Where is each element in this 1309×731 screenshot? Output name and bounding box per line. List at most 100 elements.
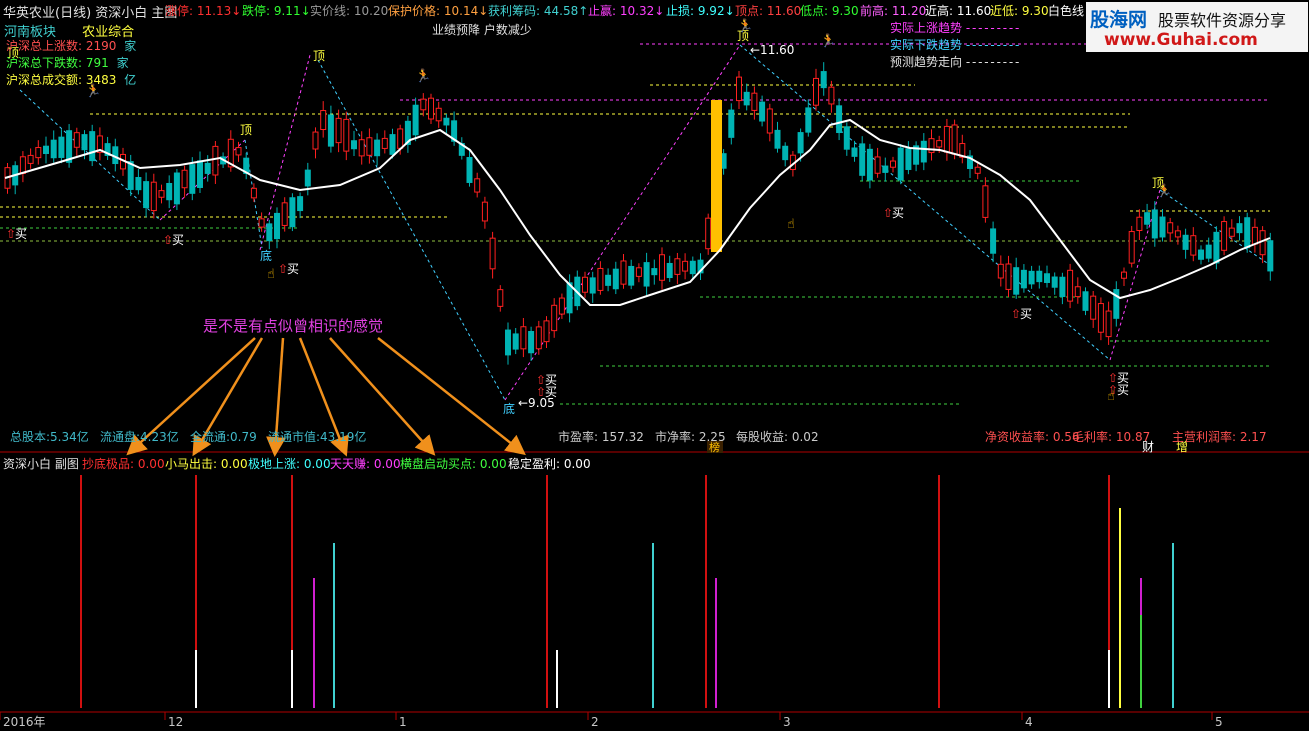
candle-body — [181, 169, 188, 189]
sub-indicator-5: 稳定盈利: 0.00 — [508, 457, 591, 471]
candle-body — [389, 134, 396, 155]
candle-body — [851, 147, 858, 157]
candle-body — [813, 77, 819, 106]
peak-value-label: ←11.60 — [750, 43, 794, 57]
candle-body — [582, 276, 588, 293]
candle-body — [589, 277, 596, 294]
candle-body — [728, 109, 735, 138]
candle-body — [974, 166, 981, 174]
candle-body — [1267, 240, 1274, 272]
candle-body — [1251, 226, 1258, 245]
candle-body — [1228, 227, 1235, 237]
candle-body — [905, 148, 912, 170]
candle-body — [466, 157, 473, 183]
buy-marker: 买 — [287, 262, 299, 276]
candle-body — [66, 130, 73, 163]
candle-body — [19, 156, 26, 174]
candle-body — [1036, 270, 1043, 283]
header-indicator-11: 近低: 9.30 — [990, 4, 1049, 18]
candle-body — [897, 147, 904, 181]
candle-body — [920, 140, 927, 163]
main-chart-header: 华英农业(日线) 资深小白 主图 — [3, 2, 177, 21]
header-indicator-4: 获利筹码: 44.58↑ — [488, 4, 589, 18]
candle-body — [343, 118, 350, 152]
sub-indicator-4: 横盘启动买点: 0.00 — [400, 457, 507, 471]
candle-body — [620, 260, 627, 285]
candle-body — [1128, 231, 1135, 264]
candle-body — [936, 140, 943, 148]
candle-body — [135, 177, 142, 191]
candle-body — [58, 136, 65, 158]
candle-body — [628, 265, 635, 286]
candle-body — [1020, 269, 1027, 289]
fundamental-6: 每股收益: 0.02 — [736, 430, 819, 444]
market-stat-row: 沪深总上涨数: 2190 家 — [6, 39, 137, 53]
hand-pointer-icon: ☝ — [787, 217, 795, 232]
fundamental-1: 流通盘:4.23亿 — [100, 430, 179, 444]
candle-body — [612, 268, 619, 290]
header-indicator-1: 跌停: 9.11↓ — [242, 4, 311, 18]
legend-rising-trend: 实际上涨趋势 - - - - - - - - - — [890, 21, 1019, 35]
runner-icon: 🏃 — [415, 68, 431, 84]
time-label: 2 — [591, 715, 599, 729]
candle-body — [189, 164, 196, 194]
candle-body — [1136, 216, 1143, 231]
earnings-note: 业绩预降 户数减少 — [432, 23, 532, 37]
candle-body — [1159, 216, 1166, 238]
candle-body — [27, 154, 34, 164]
trend-legend: 实际上涨趋势 - - - - - - - - - 实际下跌趋势 - - - - … — [890, 20, 1019, 71]
candle-body — [1167, 222, 1174, 234]
buy-marker: 买 — [1117, 383, 1129, 397]
candle-body — [474, 178, 481, 193]
header-indicator-12: 白色线 — [1048, 4, 1085, 18]
market-stat-row: 沪深总成交额: 3483 亿 — [6, 73, 137, 87]
candle-body — [443, 117, 450, 126]
candle-body — [266, 223, 273, 242]
time-label: 4 — [1025, 715, 1033, 729]
bottom-marker: 底 — [503, 401, 515, 416]
candle-body — [751, 92, 758, 111]
candle-body — [1082, 291, 1089, 311]
top-marker: 顶 — [240, 123, 252, 137]
candle-body — [1105, 310, 1112, 338]
top-marker: 顶 — [313, 49, 325, 63]
candle-body — [1221, 221, 1228, 251]
candle-body — [127, 161, 134, 190]
candle-body — [81, 134, 88, 151]
candle-body — [643, 262, 650, 287]
header-indicator-10: 近高: 11.60 — [925, 4, 992, 18]
candle-body — [89, 131, 96, 162]
candle-body — [997, 263, 1004, 279]
candle-body — [150, 181, 157, 212]
candle-body — [674, 258, 681, 275]
bottom-marker: 底 — [260, 248, 272, 263]
buy-marker: 买 — [15, 227, 27, 241]
candle-body — [890, 160, 896, 168]
header-indicator-6: 止损: 9.92↓ — [666, 4, 735, 18]
candle-body — [682, 260, 689, 272]
header-indicator-7: 顶点: 11.60 — [735, 4, 802, 18]
fundamental-2: 全流通:0.79 — [190, 430, 257, 444]
watermark-brand: 股海网 — [1090, 9, 1148, 31]
candle-body — [597, 267, 604, 291]
candle-body — [605, 274, 612, 286]
candle-body — [874, 156, 881, 174]
candle-body — [943, 125, 950, 153]
candle-body — [505, 329, 511, 356]
candle-body — [143, 181, 150, 209]
main-chart-title: 华英农业(日线) 资深小白 主图 — [3, 6, 178, 21]
candle-body — [820, 71, 827, 89]
time-label: 2016年 — [3, 715, 46, 729]
fundamental-9: 主营利润率: 2.17 — [1172, 430, 1267, 444]
candle-body — [866, 148, 873, 181]
fundamental-3: 流通市值:43.19亿 — [268, 430, 367, 444]
sub-chart-header: 资深小白 副图 — [3, 455, 79, 472]
candle-body — [204, 162, 211, 174]
fundamental-5: 市净率: 2.25 — [655, 430, 726, 444]
sub-indicator-1: 小马出击: 0.00 — [165, 457, 248, 471]
hand-pointer-icon: ☝ — [267, 267, 275, 282]
candle-body — [435, 107, 442, 122]
candle-body — [166, 182, 173, 201]
stock-chart-canvas[interactable]: 顶顶顶顶顶底底←11.60←9.05⇧买 ⇧买⇧买⇧买⇧买⇧买⇧买⇧买⇧买🏃🏃🏃🏃… — [0, 0, 1309, 731]
candle-body — [281, 202, 288, 226]
